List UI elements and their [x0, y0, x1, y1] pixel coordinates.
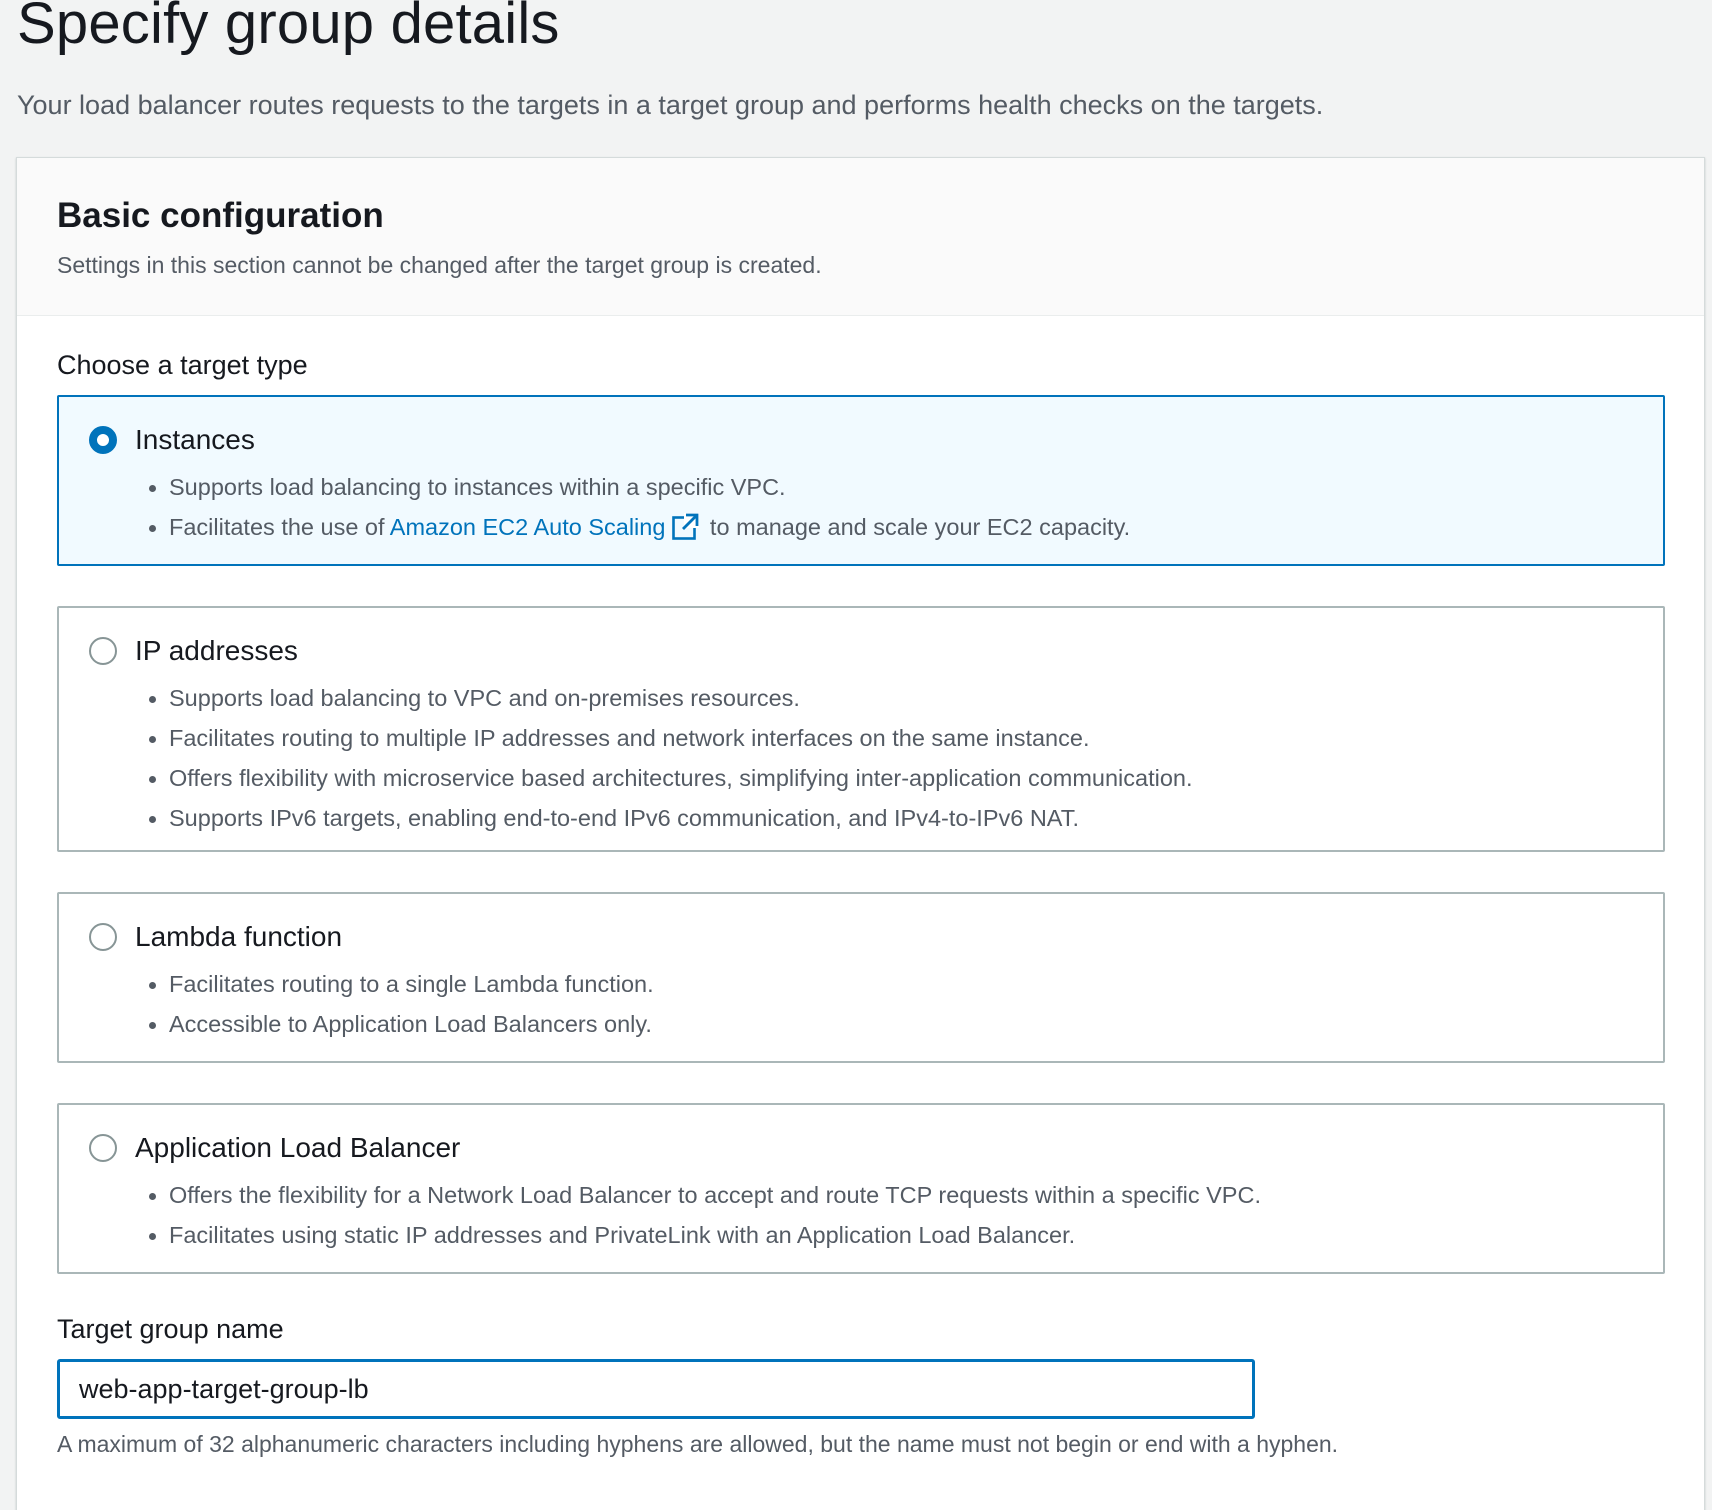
radio-ip-addresses[interactable] — [89, 637, 117, 665]
target-type-option-ip-addresses[interactable]: IP addresses Supports load balancing to … — [57, 606, 1665, 852]
target-type-option-instances[interactable]: Instances Supports load balancing to ins… — [57, 395, 1665, 566]
target-type-label: Choose a target type — [57, 350, 308, 380]
target-group-name-constraint: A maximum of 32 alphanumeric characters … — [57, 1431, 1339, 1457]
amazon-ec2-auto-scaling-link[interactable]: Amazon EC2 Auto Scaling — [390, 514, 666, 540]
option-bullets-application-load-balancer: Offers the flexibility for a Network Loa… — [89, 1175, 1633, 1255]
bullet: Offers the flexibility for a Network Loa… — [149, 1175, 1633, 1215]
bullet-with-link: Facilitates the use of Amazon EC2 Auto S… — [149, 507, 1633, 547]
option-head: Lambda function — [89, 918, 1633, 956]
radio-instances[interactable] — [89, 426, 117, 454]
radio-lambda-function[interactable] — [89, 923, 117, 951]
bullet-text-after: to manage and scale your EC2 capacity. — [703, 514, 1131, 540]
option-bullets-ip-addresses: Supports load balancing to VPC and on-pr… — [89, 678, 1633, 838]
page-title: Specify group details — [17, 0, 560, 56]
panel-header: Basic configuration Settings in this sec… — [17, 158, 1704, 316]
bullet: Offers flexibility with microservice bas… — [149, 758, 1633, 798]
option-head: Application Load Balancer — [89, 1129, 1633, 1167]
option-bullets-lambda-function: Facilitates routing to a single Lambda f… — [89, 964, 1633, 1044]
page: Specify group details Your load balancer… — [0, 0, 1712, 1510]
panel-body: Choose a target type Instances Supports … — [17, 316, 1704, 1458]
bullet: Supports IPv6 targets, enabling end-to-e… — [149, 798, 1633, 838]
option-head: IP addresses — [89, 632, 1633, 670]
option-title-lambda-function: Lambda function — [135, 921, 343, 952]
bullet: Facilitates using static IP addresses an… — [149, 1215, 1633, 1255]
external-link-icon[interactable] — [671, 513, 700, 541]
bullet-text-before: Facilitates the use of — [169, 514, 390, 540]
target-type-option-application-load-balancer[interactable]: Application Load Balancer Offers the fle… — [57, 1103, 1665, 1274]
target-type-option-lambda-function[interactable]: Lambda function Facilitates routing to a… — [57, 892, 1665, 1063]
bullet: Facilitates routing to a single Lambda f… — [149, 964, 1633, 1004]
bullet: Supports load balancing to instances wit… — [149, 467, 1633, 507]
panel-title: Basic configuration — [57, 196, 384, 235]
option-head: Instances — [89, 421, 1633, 459]
basic-configuration-panel: Basic configuration Settings in this sec… — [16, 157, 1705, 1510]
option-bullets-instances: Supports load balancing to instances wit… — [89, 467, 1633, 547]
target-group-name-label: Target group name — [57, 1314, 284, 1344]
bullet: Accessible to Application Load Balancers… — [149, 1004, 1633, 1044]
option-title-application-load-balancer: Application Load Balancer — [135, 1132, 461, 1163]
option-title-ip-addresses: IP addresses — [135, 635, 298, 666]
bullet: Supports load balancing to VPC and on-pr… — [149, 678, 1633, 718]
target-group-name-input[interactable] — [57, 1359, 1255, 1419]
radio-application-load-balancer[interactable] — [89, 1134, 117, 1162]
option-title-instances: Instances — [135, 424, 255, 455]
panel-subtitle: Settings in this section cannot be chang… — [57, 252, 822, 278]
bullet: Facilitates routing to multiple IP addre… — [149, 718, 1633, 758]
page-description: Your load balancer routes requests to th… — [17, 90, 1324, 120]
target-type-options: Instances Supports load balancing to ins… — [57, 395, 1665, 1274]
